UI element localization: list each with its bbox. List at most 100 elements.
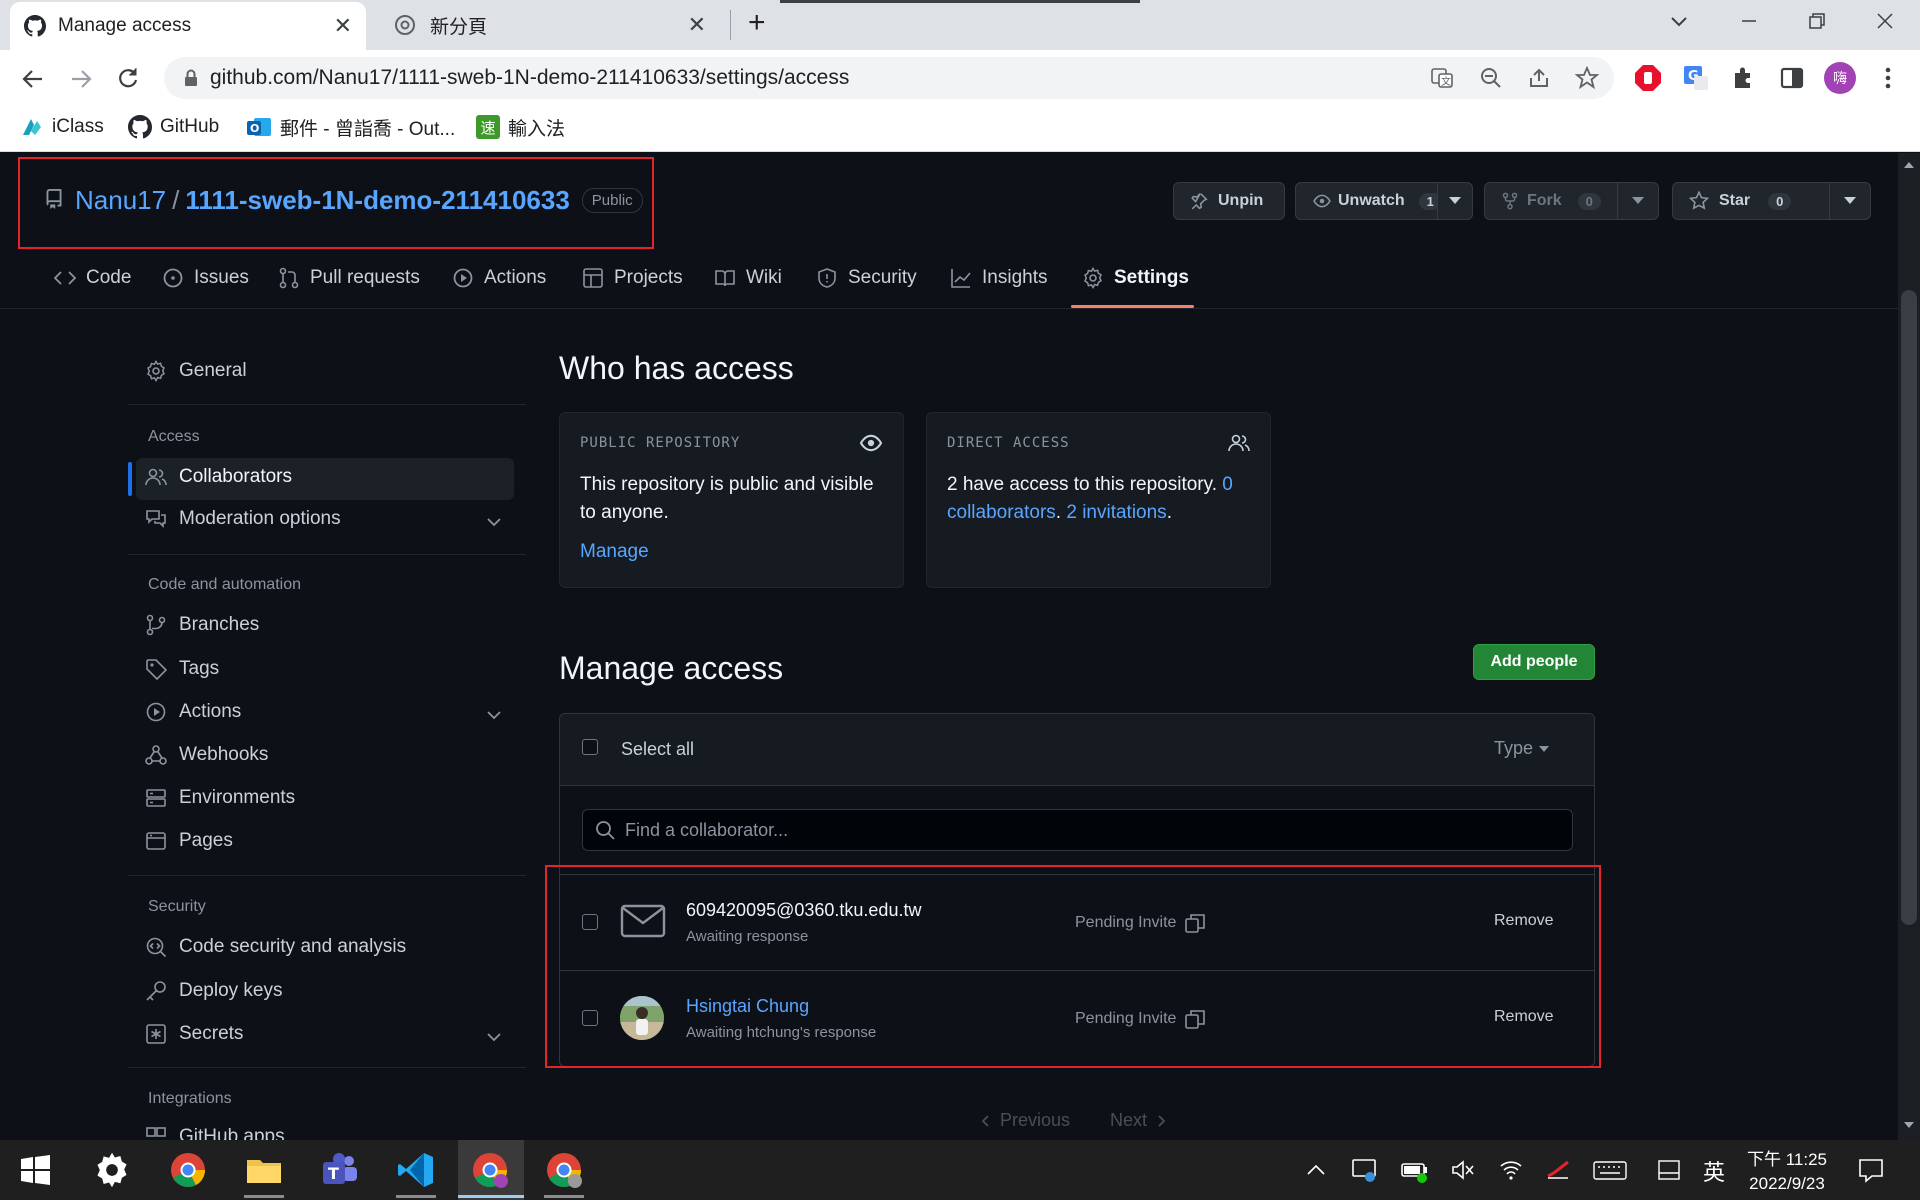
fork-dropdown-button[interactable] (1617, 182, 1659, 220)
sidebar-item-deploy-keys[interactable]: Deploy keys (145, 980, 283, 1002)
collaborator-name-link[interactable]: Hsingtai Chung (686, 996, 809, 1017)
reload-icon[interactable] (115, 65, 141, 91)
forward-icon[interactable] (68, 66, 94, 92)
bookmark-star-icon[interactable] (1575, 66, 1599, 90)
watch-dropdown-button[interactable] (1437, 182, 1473, 220)
windows-start-icon[interactable] (15, 1150, 55, 1190)
tab-title: Manage access (58, 15, 192, 36)
chevron-down-icon[interactable] (486, 709, 502, 721)
nav-tab-actions[interactable]: Actions (452, 258, 546, 298)
nav-tab-wiki[interactable]: Wiki (714, 258, 782, 298)
tablet-mode-icon[interactable] (1656, 1158, 1682, 1182)
sidebar-item-webhooks[interactable]: Webhooks (145, 744, 268, 766)
close-window-icon[interactable] (1874, 10, 1896, 32)
share-icon[interactable] (1527, 66, 1551, 90)
nav-tab-security[interactable]: Security (816, 258, 917, 298)
star-dropdown-button[interactable] (1829, 182, 1871, 220)
taskbar-clock[interactable]: 下午 11:25 2022/9/23 (1742, 1145, 1832, 1194)
row-checkbox[interactable] (582, 914, 598, 930)
repo-owner-link[interactable]: Nanu17 (75, 185, 166, 216)
nav-tab-settings[interactable]: Settings (1082, 258, 1189, 298)
fork-button[interactable]: Fork 0 (1484, 182, 1618, 220)
chrome-profile-taskbar-icon[interactable] (470, 1150, 510, 1190)
star-button[interactable]: Star 0 (1672, 182, 1830, 220)
manage-visibility-link[interactable]: Manage (580, 541, 883, 563)
settings-gear-icon[interactable] (92, 1150, 132, 1190)
sidebar-item-environments[interactable]: Environments (145, 787, 295, 809)
close-tab-icon[interactable]: ✕ (688, 12, 706, 38)
new-tab-button[interactable]: + (748, 6, 766, 40)
sidebar-item-branches[interactable]: Branches (145, 614, 259, 636)
wifi-icon[interactable] (1498, 1158, 1524, 1182)
chrome-taskbar-icon[interactable] (168, 1150, 208, 1190)
extension-stop-icon[interactable] (1634, 64, 1662, 92)
close-tab-icon[interactable]: ✕ (334, 13, 352, 39)
chevron-down-icon[interactable] (486, 1031, 502, 1043)
copy-icon[interactable] (1184, 912, 1206, 934)
sidebar-item-secrets[interactable]: Secrets (145, 1023, 243, 1045)
teams-icon[interactable]: T (320, 1150, 360, 1190)
find-collaborator-input[interactable]: Find a collaborator... (582, 809, 1573, 851)
pen-app-icon[interactable] (1545, 1158, 1571, 1182)
repo-name-link[interactable]: 1111-sweb-1N-demo-211410633 (185, 185, 569, 216)
pagination-previous[interactable]: Previous (980, 1110, 1070, 1131)
unpin-button[interactable]: Unpin (1173, 182, 1285, 220)
browser-tab-manage-access[interactable]: Manage access ✕ (10, 2, 366, 50)
row-checkbox[interactable] (582, 1010, 598, 1026)
bookmark-iclass[interactable]: iClass (20, 112, 104, 142)
scroll-up-icon[interactable] (1902, 160, 1916, 170)
translate-icon[interactable]: 文 (1430, 66, 1454, 90)
scrollbar-thumb[interactable] (1901, 290, 1917, 925)
display-update-icon[interactable] (1350, 1156, 1378, 1184)
remove-button[interactable]: Remove (1494, 1008, 1554, 1026)
side-panel-icon[interactable] (1778, 64, 1806, 92)
select-all-checkbox[interactable] (582, 739, 598, 755)
sidebar-item-general[interactable]: General (145, 360, 247, 382)
back-icon[interactable] (20, 66, 46, 92)
avatar[interactable] (620, 996, 664, 1040)
add-people-button[interactable]: Add people (1473, 644, 1595, 680)
scroll-down-icon[interactable] (1902, 1120, 1916, 1130)
restore-icon[interactable] (1806, 10, 1828, 32)
profile-avatar[interactable]: 嗨 (1824, 62, 1856, 94)
copy-icon[interactable] (1184, 1008, 1206, 1030)
nav-tab-projects[interactable]: Projects (582, 258, 683, 298)
file-explorer-icon[interactable] (244, 1150, 284, 1190)
sidebar-item-code-security[interactable]: Code security and analysis (145, 936, 406, 958)
unwatch-button[interactable]: Unwatch 1 (1295, 182, 1442, 220)
browser-tab-new-tab[interactable]: 新分頁 ✕ (380, 0, 720, 50)
battery-icon[interactable] (1400, 1156, 1430, 1184)
zoom-out-icon[interactable] (1479, 66, 1503, 90)
keyboard-icon[interactable] (1592, 1158, 1628, 1182)
sidebar-item-actions[interactable]: Actions (145, 701, 241, 723)
bookmark-ime[interactable]: 速 輸入法 (476, 112, 565, 142)
chrome-profile2-taskbar-icon[interactable] (544, 1150, 584, 1190)
invitations-link[interactable]: 2 invitations (1066, 502, 1166, 523)
minimize-icon[interactable] (1738, 10, 1760, 32)
bookmark-outlook[interactable]: O 郵件 - 曾詣喬 - Out... (246, 112, 455, 142)
volume-muted-icon[interactable] (1450, 1158, 1476, 1182)
extension-translate-icon[interactable]: G (1682, 64, 1710, 92)
bookmark-github[interactable]: GitHub (128, 112, 219, 142)
vscode-icon[interactable] (396, 1150, 436, 1190)
sidebar-item-collaborators[interactable]: Collaborators (145, 466, 292, 488)
sidebar-item-moderation[interactable]: Moderation options (145, 508, 341, 530)
nav-tab-issues[interactable]: Issues (162, 258, 249, 298)
remove-button[interactable]: Remove (1494, 912, 1554, 930)
pagination-next[interactable]: Next (1110, 1110, 1167, 1131)
nav-tab-code[interactable]: Code (54, 258, 131, 298)
chevron-down-icon[interactable] (486, 516, 502, 528)
sidebar-item-tags[interactable]: Tags (145, 658, 219, 680)
notification-center-icon[interactable] (1857, 1156, 1885, 1184)
taskbar-running-indicator (396, 1195, 436, 1198)
extensions-puzzle-icon[interactable] (1730, 64, 1758, 92)
nav-tab-insights[interactable]: Insights (950, 258, 1047, 298)
chrome-menu-icon[interactable] (1876, 66, 1900, 90)
nav-tab-pull-requests[interactable]: Pull requests (278, 258, 420, 298)
tab-search-icon[interactable] (1668, 10, 1690, 32)
show-hidden-icons-icon[interactable] (1305, 1160, 1327, 1180)
sidebar-item-pages[interactable]: Pages (145, 830, 233, 852)
address-bar[interactable]: github.com/Nanu17/1111-sweb-1N-demo-2114… (164, 57, 1614, 99)
type-filter-dropdown[interactable]: Type (1494, 738, 1550, 759)
ime-indicator[interactable]: 英 (1703, 1155, 1725, 1187)
